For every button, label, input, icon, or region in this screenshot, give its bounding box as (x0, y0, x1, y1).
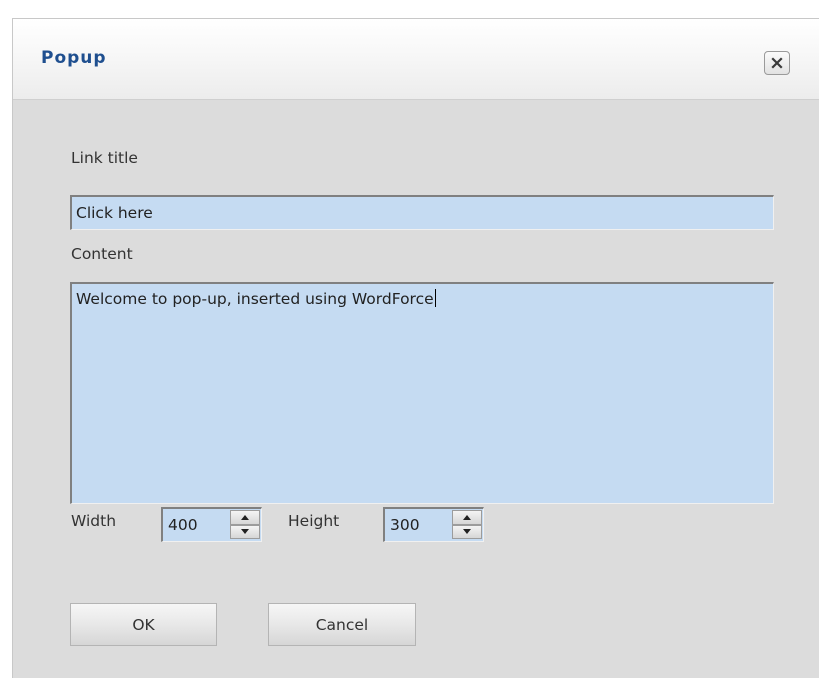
content-textarea[interactable]: Welcome to pop-up, inserted using WordFo… (70, 282, 774, 504)
content-text: Welcome to pop-up, inserted using WordFo… (76, 290, 434, 308)
width-stepper[interactable]: 400 (161, 507, 262, 542)
width-stepper-arrows (230, 510, 260, 539)
link-title-input[interactable]: Click here (70, 195, 774, 230)
text-caret (434, 289, 436, 307)
height-value: 300 (390, 516, 420, 534)
dialog-titlebar: Popup (13, 19, 819, 100)
height-increment-button[interactable] (452, 510, 482, 525)
height-stepper-arrows (452, 510, 482, 539)
arrow-down-icon (241, 529, 249, 535)
link-title-label: Link title (71, 149, 138, 167)
width-label: Width (71, 512, 117, 530)
height-decrement-button[interactable] (452, 524, 482, 539)
height-label: Height (288, 512, 340, 530)
close-icon (771, 57, 783, 69)
dialog-title: Popup (41, 48, 107, 68)
content-label: Content (71, 245, 133, 263)
height-stepper[interactable]: 300 (383, 507, 484, 542)
arrow-up-icon (241, 514, 249, 520)
ok-button[interactable]: OK (70, 603, 217, 646)
arrow-down-icon (463, 529, 471, 535)
width-decrement-button[interactable] (230, 524, 260, 539)
width-value: 400 (168, 516, 198, 534)
width-increment-button[interactable] (230, 510, 260, 525)
cancel-button[interactable]: Cancel (268, 603, 416, 646)
close-button[interactable] (764, 51, 790, 75)
arrow-up-icon (463, 514, 471, 520)
popup-dialog: Popup Link title Click here Content Welc… (12, 18, 819, 678)
